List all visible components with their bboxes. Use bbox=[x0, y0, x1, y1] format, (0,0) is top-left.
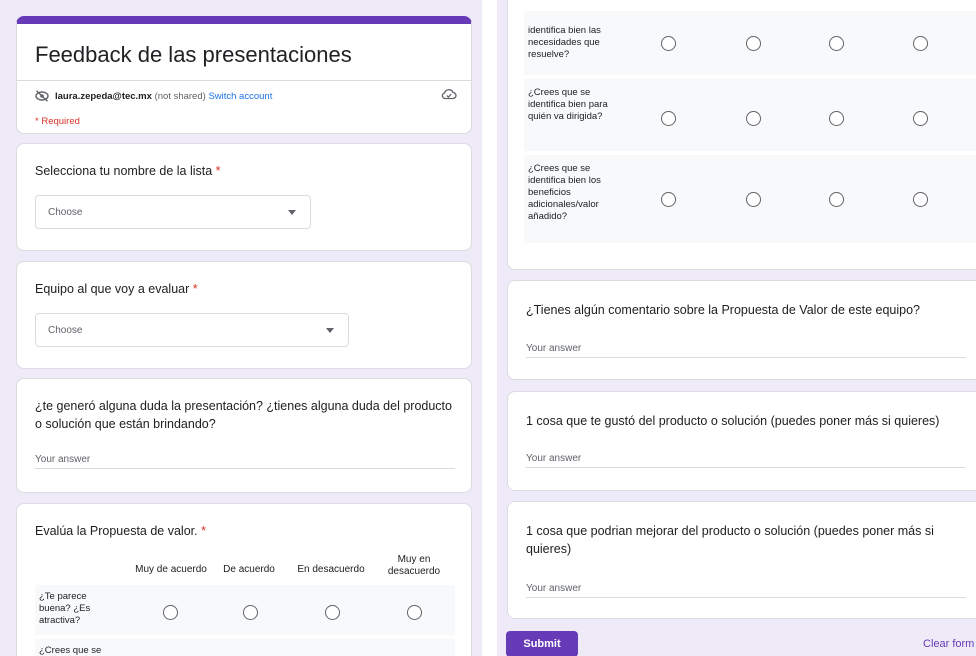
grid-row: ¿Te parece buena? ¿Es atractiva? bbox=[35, 585, 455, 635]
grid-row-label: ¿Crees que se identifica bien para quién… bbox=[528, 87, 608, 122]
clear-form-button[interactable]: Clear form bbox=[923, 638, 974, 650]
team-dropdown[interactable]: Choose bbox=[35, 313, 349, 347]
grid-column-header: En desacuerdo bbox=[297, 564, 365, 575]
switch-account-link[interactable]: Switch account bbox=[208, 91, 272, 102]
radio-button-icon[interactable] bbox=[746, 192, 761, 207]
radio-button-icon[interactable] bbox=[661, 36, 676, 51]
answer-underline bbox=[526, 357, 966, 358]
answer-underline bbox=[526, 467, 966, 468]
name-dropdown-value: Choose bbox=[48, 206, 83, 218]
right-form-pane: identifica bien las necesidades que resu… bbox=[497, 0, 976, 656]
radio-button-icon[interactable] bbox=[746, 36, 761, 51]
liked-question-title: 1 cosa que te gustó del producto o soluc… bbox=[526, 414, 940, 428]
comment-answer-input[interactable]: Your answer bbox=[526, 343, 581, 354]
grid-column-header: Muy en desacuerdo bbox=[387, 554, 441, 577]
cloud-check-icon bbox=[441, 89, 457, 100]
required-note: * Required bbox=[35, 116, 80, 127]
account-share-status: (not shared) bbox=[154, 90, 206, 102]
grid-row: ¿Crees que se bbox=[35, 639, 455, 656]
radio-button-icon[interactable] bbox=[661, 192, 676, 207]
form-header-card: Feedback de las presentaciones laura.zep… bbox=[16, 16, 472, 134]
comment-question-card: ¿Tienes algún comentario sobre la Propue… bbox=[507, 280, 976, 380]
name-question-card: Selecciona tu nombre de la lista * Choos… bbox=[16, 143, 472, 251]
liked-answer-input[interactable]: Your answer bbox=[526, 453, 581, 464]
radio-button-icon[interactable] bbox=[829, 192, 844, 207]
account-email: laura.zepeda@tec.mx bbox=[55, 90, 152, 102]
comment-question-title: ¿Tienes algún comentario sobre la Propue… bbox=[526, 303, 920, 317]
eye-off-icon bbox=[35, 90, 49, 102]
team-question-card: Equipo al que voy a evaluar * Choose bbox=[16, 261, 472, 369]
grid-row-label: ¿Te parece buena? ¿Es atractiva? bbox=[39, 591, 91, 626]
value-prop-question-card: Evalúa la Propuesta de valor. * Muy de a… bbox=[16, 503, 472, 656]
grid-row: ¿Crees que se identifica bien los benefi… bbox=[524, 155, 976, 243]
improve-question-title: 1 cosa que podrian mejorar del producto … bbox=[526, 524, 934, 556]
liked-question-card: 1 cosa que te gustó del producto o soluc… bbox=[507, 391, 976, 491]
radio-button-icon[interactable] bbox=[913, 192, 928, 207]
radio-button-icon[interactable] bbox=[829, 111, 844, 126]
left-form-pane: Feedback de las presentaciones laura.zep… bbox=[0, 0, 492, 656]
answer-underline bbox=[35, 468, 455, 469]
radio-button-icon[interactable] bbox=[913, 36, 928, 51]
dropdown-caret-icon bbox=[326, 328, 334, 333]
value-prop-question-title: Evalúa la Propuesta de valor. * bbox=[35, 524, 206, 538]
header-divider bbox=[17, 80, 471, 81]
improve-question-card: 1 cosa que podrian mejorar del producto … bbox=[507, 501, 976, 619]
answer-underline bbox=[526, 597, 966, 598]
radio-button-icon[interactable] bbox=[913, 111, 928, 126]
name-dropdown[interactable]: Choose bbox=[35, 195, 311, 229]
grid-row: identifica bien las necesidades que resu… bbox=[524, 11, 976, 75]
grid-row: ¿Crees que se identifica bien para quién… bbox=[524, 79, 976, 151]
radio-button-icon[interactable] bbox=[407, 605, 422, 620]
radio-button-icon[interactable] bbox=[243, 605, 258, 620]
radio-button-icon[interactable] bbox=[163, 605, 178, 620]
team-dropdown-value: Choose bbox=[48, 324, 83, 336]
account-row: laura.zepeda@tec.mx (not shared) Switch … bbox=[35, 90, 272, 102]
grid-column-header: Muy de acuerdo bbox=[135, 564, 207, 575]
radio-button-icon[interactable] bbox=[325, 605, 340, 620]
radio-button-icon[interactable] bbox=[829, 36, 844, 51]
doubts-question-title: ¿te generó alguna duda la presentación? … bbox=[35, 399, 452, 431]
dropdown-caret-icon bbox=[288, 210, 296, 215]
improve-answer-input[interactable]: Your answer bbox=[526, 583, 581, 594]
team-question-title: Equipo al que voy a evaluar * bbox=[35, 282, 198, 296]
radio-button-icon[interactable] bbox=[746, 111, 761, 126]
doubts-answer-input[interactable]: Your answer bbox=[35, 454, 90, 465]
grid-column-header: De acuerdo bbox=[223, 564, 275, 575]
name-question-title: Selecciona tu nombre de la lista * bbox=[35, 164, 221, 178]
doubts-question-card: ¿te generó alguna duda la presentación? … bbox=[16, 378, 472, 493]
value-prop-grid-continued: identifica bien las necesidades que resu… bbox=[507, 0, 976, 270]
form-title: Feedback de las presentaciones bbox=[35, 42, 352, 67]
grid-row-label: ¿Crees que se identifica bien los benefi… bbox=[528, 163, 601, 222]
radio-button-icon[interactable] bbox=[661, 111, 676, 126]
grid-row-label: identifica bien las necesidades que resu… bbox=[528, 25, 601, 60]
grid-row-label: ¿Crees que se bbox=[39, 645, 102, 656]
submit-button[interactable]: Submit bbox=[506, 631, 578, 656]
